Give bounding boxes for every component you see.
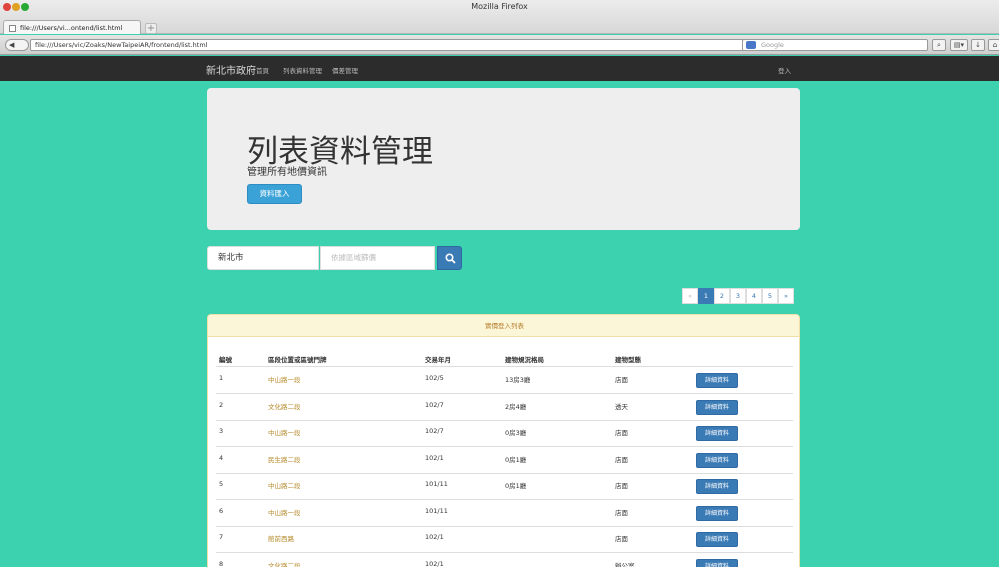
page-subtitle: 管理所有地價資訊 — [247, 167, 327, 178]
address-bar-url: file:///Users/vic/Zoaks/NewTaipeiAR/fron… — [35, 41, 208, 49]
pagination-page-5[interactable]: 5 — [762, 288, 778, 304]
cell-id: 5 — [219, 480, 224, 488]
back-arrow-icon: ◀ — [9, 41, 15, 49]
pagination-page-3[interactable]: 3 — [730, 288, 746, 304]
detail-button[interactable]: 詳細資料 — [696, 452, 738, 468]
pagination-prev[interactable]: « — [682, 288, 698, 304]
cell-layout: 0房1廳 — [505, 455, 527, 464]
pagination-page-2[interactable]: 2 — [714, 288, 730, 304]
cell-id: 8 — [219, 559, 224, 567]
detail-button[interactable]: 詳細資料 — [696, 426, 738, 441]
table-row: 1 中山路一段 102/5 13房3廳 店面 詳細資料 — [216, 367, 793, 394]
cell-layout: 13房3廳 — [505, 376, 531, 384]
detail-button[interactable]: 詳細資料 — [696, 479, 738, 494]
cell-type: 店面 — [615, 376, 628, 384]
cell-address: 中山路二段 — [268, 482, 301, 490]
detail-button[interactable]: 詳細資料 — [696, 558, 738, 567]
column-header-address: 區段位置或區號門牌 — [268, 356, 327, 364]
detail-button[interactable]: 詳細資料 — [696, 373, 738, 388]
browser-toolbar: ◀ file:///Users/vic/Zoaks/NewTaipeiAR/fr… — [0, 35, 999, 55]
cell-address: 文化路二段 — [268, 402, 301, 411]
cell-address: 中山路一段 — [268, 429, 301, 437]
import-data-button[interactable]: 資料匯入 — [247, 184, 302, 204]
cell-type: 店面 — [615, 508, 628, 517]
cell-type: 店面 — [615, 455, 628, 464]
column-header-type: 建物型態 — [615, 356, 641, 364]
detail-button[interactable]: 詳細資料 — [696, 505, 738, 521]
search-engine-placeholder: Google — [761, 41, 784, 49]
cell-address: 民生路二段 — [268, 455, 301, 464]
search-engine-bar[interactable]: Google — [742, 39, 928, 51]
new-tab-button[interactable]: + — [145, 23, 157, 34]
table-row: 2 文化路二段 102/7 2房4廳 透天 詳細資料 — [216, 394, 793, 421]
panel-title: 實價登入列表 — [208, 315, 799, 337]
brand-link[interactable]: 新北市政府 — [206, 62, 256, 77]
site-navbar: 新北市政府 首頁 列表資料管理 價差管理 登入 — [0, 56, 999, 81]
search-icon — [445, 253, 456, 264]
download-icon[interactable]: ↓ — [971, 39, 985, 51]
cell-type: 辦公室 — [615, 561, 635, 567]
cell-type: 店面 — [615, 535, 628, 543]
nav-link-home[interactable]: 首頁 — [256, 65, 269, 75]
cell-layout: 0房1廳 — [505, 482, 527, 490]
page-icon — [9, 25, 16, 32]
table-row: 7 館前西路 102/1 店面 詳細資料 — [216, 526, 793, 553]
table-row: 4 民生路二段 102/1 0房1廳 店面 詳細資料 — [216, 447, 793, 474]
cell-address: 文化路二段 — [268, 561, 301, 567]
detail-button[interactable]: 詳細資料 — [696, 532, 738, 547]
district-search-input[interactable]: 依據區域篩價 — [320, 246, 435, 270]
cell-date: 102/1 — [425, 453, 444, 462]
city-input[interactable]: 新北市 — [207, 246, 319, 270]
cell-type: 店面 — [615, 482, 628, 490]
cell-id: 1 — [219, 374, 224, 382]
google-icon — [746, 41, 756, 49]
browser-titlebar: Mozilla Firefox file:///Users/vi...onten… — [0, 0, 999, 34]
window-title: Mozilla Firefox — [471, 2, 528, 11]
nav-link-price-management[interactable]: 價差管理 — [332, 65, 358, 75]
pagination-page-4[interactable]: 4 — [746, 288, 762, 304]
cell-type: 店面 — [615, 429, 628, 437]
cell-id: 7 — [219, 533, 224, 541]
cell-address: 中山路一段 — [268, 508, 301, 517]
cell-date: 102/5 — [425, 374, 444, 382]
search-button[interactable] — [437, 246, 462, 270]
cell-layout: 0房3廳 — [505, 429, 527, 437]
nav-link-list-management[interactable]: 列表資料管理 — [283, 65, 322, 75]
bookmarks-menu-icon[interactable]: ▤▾ — [950, 39, 968, 51]
cell-layout: 2房4廳 — [505, 402, 527, 411]
back-button[interactable]: ◀ — [5, 39, 29, 51]
cell-date: 102/1 — [425, 533, 444, 541]
cell-date: 102/7 — [425, 427, 444, 435]
table-row: 3 中山路一段 102/7 0房3廳 店面 詳細資料 — [216, 420, 793, 447]
address-bar[interactable]: file:///Users/vic/Zoaks/NewTaipeiAR/fron… — [30, 39, 790, 51]
pagination-next[interactable]: » — [778, 288, 794, 304]
transactions-panel: 實價登入列表 編號 區段位置或區號門牌 交易年月 建物規況格局 建物型態 1 中山… — [207, 314, 800, 567]
cell-id: 4 — [219, 453, 224, 462]
pagination-page-1[interactable]: 1 — [698, 288, 714, 304]
cell-date: 102/7 — [425, 400, 444, 409]
table-row: 8 文化路二段 102/1 辦公室 詳細資料 — [216, 553, 793, 567]
login-link[interactable]: 登入 — [778, 65, 791, 75]
cell-address: 中山路一段 — [268, 376, 301, 384]
cell-address: 館前西路 — [268, 535, 294, 543]
browser-tab[interactable]: file:///Users/vi...ontend/list.html — [3, 20, 141, 34]
table-row: 6 中山路一段 101/11 店面 詳細資料 — [216, 500, 793, 527]
cell-date: 101/11 — [425, 506, 448, 515]
cell-id: 2 — [219, 400, 224, 409]
cell-type: 透天 — [615, 402, 628, 411]
column-header-layout: 建物規況格局 — [505, 356, 544, 364]
column-header-id: 編號 — [219, 356, 232, 364]
table-row: 5 中山路二段 101/11 0房1廳 店面 詳細資料 — [216, 473, 793, 500]
browser-tab-title: file:///Users/vi...ontend/list.html — [20, 24, 123, 32]
search-icon[interactable]: ⌕ — [932, 39, 946, 51]
detail-button[interactable]: 詳細資料 — [696, 399, 738, 415]
hero-section: 列表資料管理 管理所有地價資訊 資料匯入 — [207, 88, 800, 230]
cell-id: 6 — [219, 506, 224, 515]
cell-date: 101/11 — [425, 480, 448, 488]
home-icon[interactable]: ⌂ — [988, 39, 999, 51]
column-header-date: 交易年月 — [425, 356, 451, 364]
cell-id: 3 — [219, 427, 224, 435]
cell-date: 102/1 — [425, 559, 444, 567]
